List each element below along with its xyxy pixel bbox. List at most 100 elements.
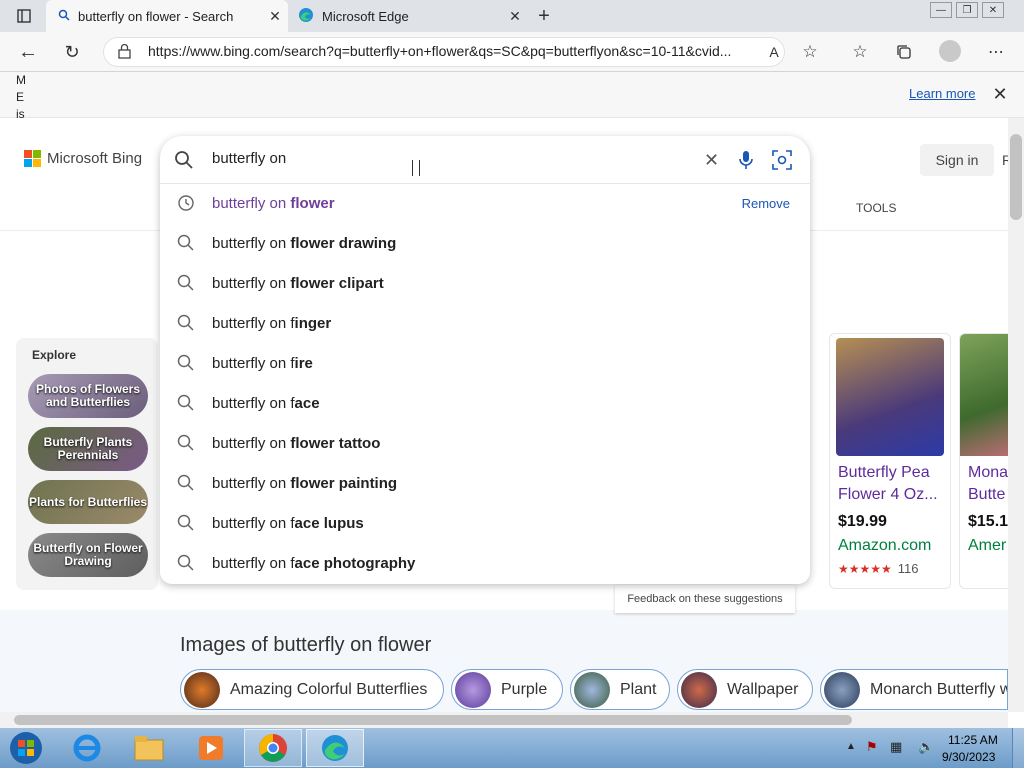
chrome-icon[interactable] [244,729,302,767]
favorites-icon[interactable]: ☆ [846,38,874,66]
chip-thumbnail [184,671,220,708]
feedback-link[interactable]: Feedback on these suggestions [615,585,795,613]
image-chip[interactable]: Monarch Butterfly w [820,669,1008,710]
bing-logo[interactable]: Microsoft Bing [24,150,142,167]
back-arrow-icon[interactable]: ← [14,38,42,66]
search-icon [58,9,70,24]
read-aloud-icon[interactable]: A [760,38,788,66]
chip-thumbnail [824,671,860,708]
suggestion-text: butterfly on finger [212,314,332,332]
suggestion-text: butterfly on face [212,394,320,412]
edge-taskbar-icon[interactable] [306,729,364,767]
suggestion-item[interactable]: butterfly on flower painting [160,463,810,503]
tab-tools[interactable]: TOOLS [856,201,896,215]
tab-title: Microsoft Edge [322,8,409,24]
tab-search[interactable]: butterfly on flower - Search ✕ [46,0,288,32]
image-chip[interactable]: Amazing Colorful Butterflies [180,669,444,710]
add-favorite-icon[interactable]: ☆ [796,38,824,66]
close-tab-icon[interactable]: ✕ [502,8,528,25]
tab-edge[interactable]: Microsoft Edge ✕ [292,0,528,32]
rating-stars: ★★★★★ [838,561,892,576]
network-icon[interactable]: ▦ [890,739,902,755]
suggestion-item[interactable]: butterfly on flower Remove [160,183,810,223]
product-card[interactable]: Butterfly Pea Flower 4 Oz... $19.99 Amaz… [829,333,951,589]
image-chip[interactable]: Purple [451,669,563,710]
suggestion-item[interactable]: butterfly on face [160,383,810,423]
brand-name: Microsoft Bing [47,150,143,167]
chip-label: Purple [501,680,548,698]
close-window-icon[interactable]: ✕ [982,2,1004,18]
search-input[interactable]: butterfly on [212,150,286,167]
search-icon [160,514,212,532]
review-count: 116 [897,561,919,576]
product-title[interactable]: Butterfly Pea Flower 4 Oz... [838,462,950,506]
refresh-icon[interactable]: ↻ [58,38,86,66]
close-infobar-icon[interactable]: ✕ [986,80,1014,108]
suggestion-item[interactable]: butterfly on flower drawing [160,223,810,263]
url-text[interactable]: https://www.bing.com/search?q=butterfly+… [148,43,758,59]
action-center-icon[interactable]: ⚑ [866,739,878,755]
restore-icon[interactable]: ❐ [956,2,978,18]
chip-label: Plant [620,680,657,698]
explore-item[interactable]: Photos of Flowers and Butterflies [28,374,148,418]
suggestion-item[interactable]: butterfly on flower tattoo [160,423,810,463]
chip-label: Wallpaper [727,680,799,698]
close-tab-icon[interactable]: ✕ [262,8,288,25]
suggestion-item[interactable]: butterfly on finger [160,303,810,343]
media-player-icon[interactable] [182,729,240,767]
window-controls: — ❐ ✕ [930,2,1004,18]
suggestion-text: butterfly on flower [212,194,335,212]
search-icon [160,434,212,452]
search-icon [160,394,212,412]
product-image [836,338,944,456]
image-chip[interactable]: Wallpaper [677,669,813,710]
lock-icon[interactable] [118,43,131,64]
clear-search-icon[interactable]: ✕ [704,150,719,171]
info-bar [0,72,1024,118]
product-seller: Amazon.com [838,537,932,554]
suggestion-text: butterfly on flower tattoo [212,434,381,452]
explore-item[interactable]: Plants for Butterflies [28,480,148,524]
suggestion-item[interactable]: butterfly on face lupus [160,503,810,543]
remove-suggestion-button[interactable]: Remove [742,196,790,211]
edge-icon [298,7,314,26]
profile-avatar[interactable] [939,40,961,62]
suggestion-text: butterfly on face lupus [212,514,364,532]
tab-actions-icon[interactable] [10,2,38,30]
chip-thumbnail [681,671,717,708]
suggestion-item[interactable]: butterfly on face photography [160,543,810,583]
volume-icon[interactable]: 🔈 [918,739,934,755]
explore-item[interactable]: Butterfly Plants Perennials [28,427,148,471]
new-tab-button[interactable]: + [530,2,558,30]
explore-title: Explore [32,348,77,362]
product-price: $19.99 [838,513,887,530]
suggestion-item[interactable]: butterfly on flower clipart [160,263,810,303]
horizontal-scroll-thumb[interactable] [14,715,852,725]
visual-search-icon[interactable] [772,150,792,175]
images-heading[interactable]: Images of butterfly on flower [180,634,431,657]
image-chip[interactable]: Plant [570,669,670,710]
chip-thumbnail [455,671,491,708]
vertical-scroll-thumb[interactable] [1010,134,1022,220]
search-icon [160,354,212,372]
suggestion-item[interactable]: butterfly on fire [160,343,810,383]
minimize-icon[interactable]: — [930,2,952,18]
clock-time[interactable]: 11:25 AM [948,733,998,747]
text-cursor-icon [412,160,420,176]
search-icon [160,274,212,292]
start-button[interactable] [0,729,52,767]
suggestion-text: butterfly on fire [212,354,313,372]
learn-more-link[interactable]: Learn more [909,86,975,101]
clock-date[interactable]: 9/30/2023 [942,750,995,764]
show-desktop-button[interactable] [1012,728,1024,768]
show-hidden-icons[interactable]: ▲ [846,741,856,752]
search-icon[interactable] [174,150,194,175]
file-explorer-icon[interactable] [120,729,178,767]
explore-item[interactable]: Butterfly on Flower Drawing [28,533,148,577]
collections-icon[interactable] [890,38,918,66]
internet-explorer-icon[interactable] [58,729,116,767]
more-options-icon[interactable]: ⋯ [982,38,1010,66]
microphone-icon[interactable] [738,150,754,175]
sign-in-button[interactable]: Sign in [920,144,994,176]
history-icon [160,194,212,212]
